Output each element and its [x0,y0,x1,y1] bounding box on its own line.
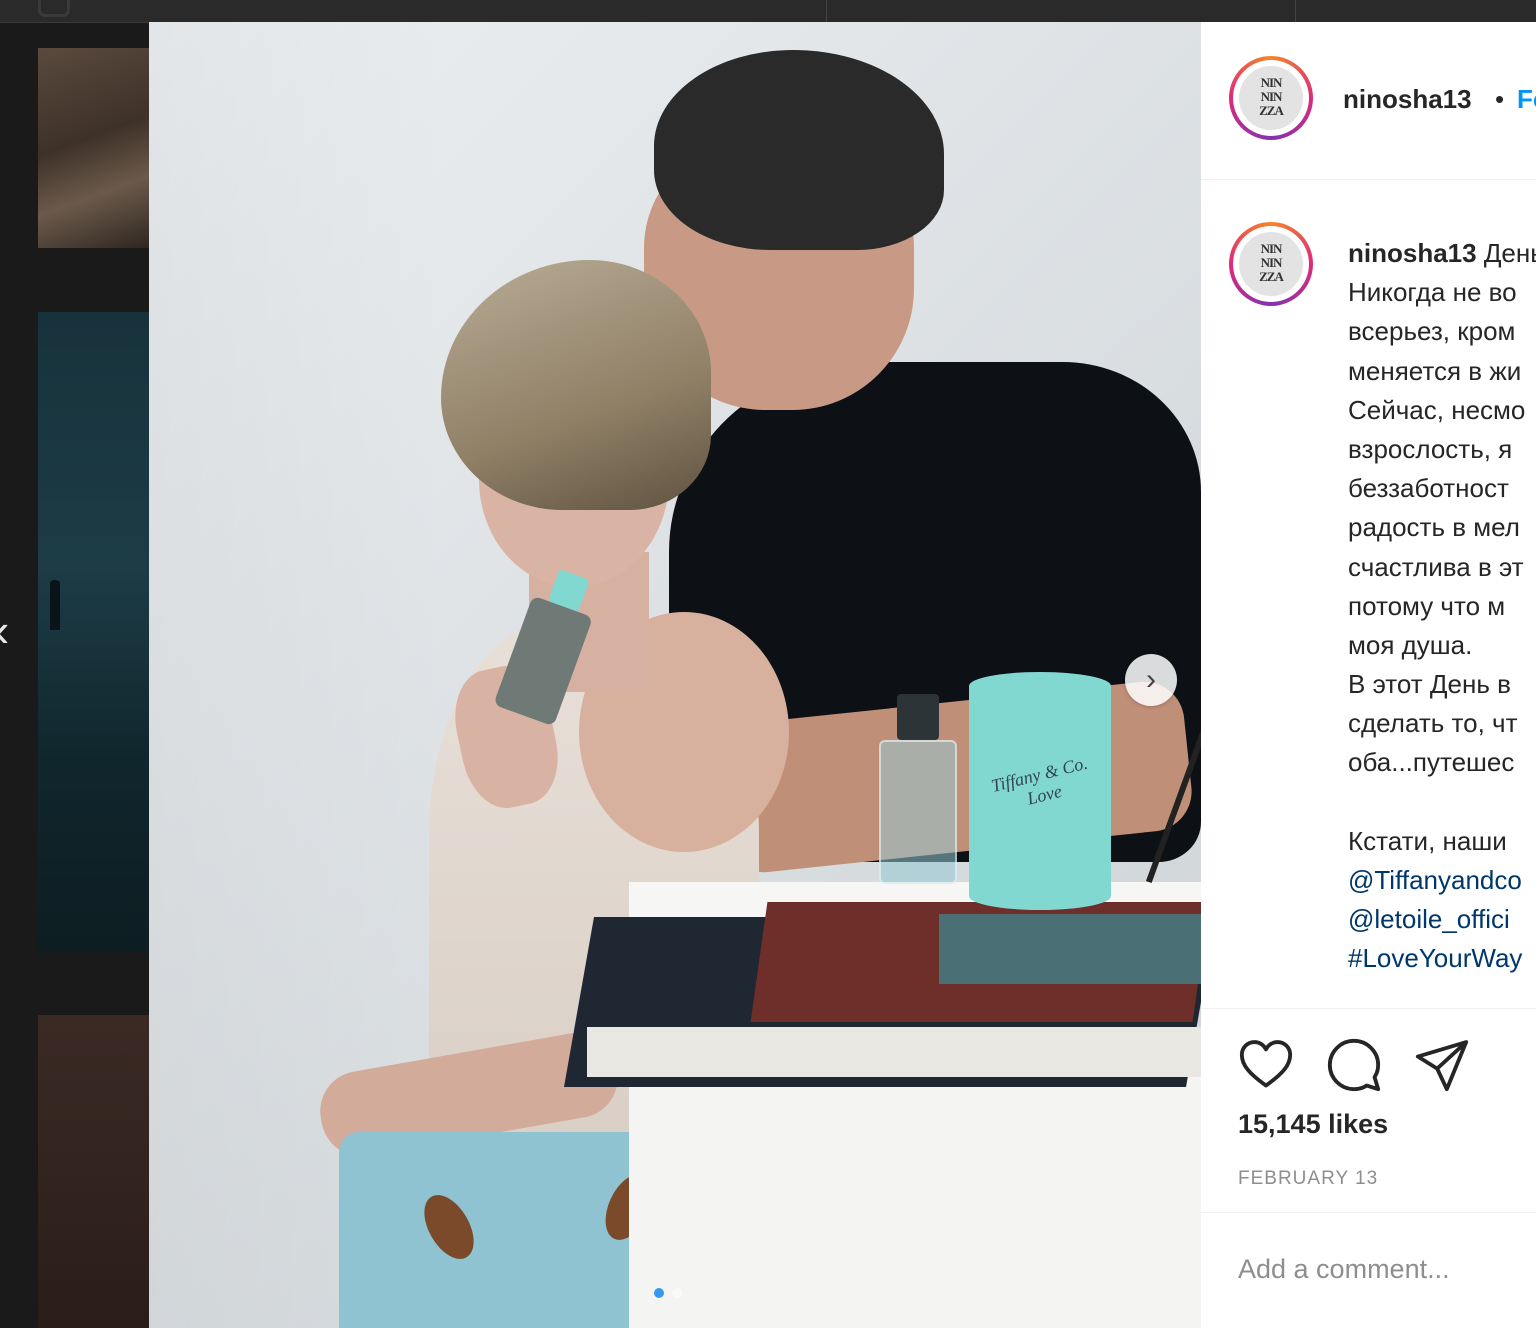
caption-first-line: ninosha13 День [1348,234,1536,273]
post-side-panel: NINNINZZA ninosha13 • Follow NINNINZZA n… [1201,22,1536,1328]
bird-print [414,1186,484,1268]
caption-line [1348,783,1536,822]
avatar[interactable]: NIN NIN ZZA [1229,56,1313,140]
caption-line: В этот День в [1348,669,1511,700]
caption-line: всерьез, кром [1348,316,1516,347]
comment-icon[interactable] [1325,1036,1383,1094]
book-pages [587,1027,1201,1077]
paper-plane-icon[interactable] [1413,1036,1471,1094]
separator-dot: • [1495,84,1505,114]
caption-line: счастлива в эт [1348,551,1524,582]
heart-icon[interactable] [1237,1036,1295,1094]
caption-username[interactable]: ninosha13 [1348,238,1477,268]
large-perfume-bottle [879,694,957,884]
man-hair [654,50,944,250]
woman-hair [441,260,711,510]
avatar-ring-inner: NIN NIN ZZA [1233,60,1309,136]
panel-divider [1201,1212,1536,1213]
caption-text: День [1483,238,1536,268]
caption-line: беззаботност [1348,473,1509,504]
caption-line: сделать то, чт [1348,708,1518,739]
carousel-dot[interactable] [672,1288,682,1298]
header-username[interactable]: ninosha13 [1343,84,1472,115]
mention-link[interactable]: @letoile_offici [1348,904,1510,934]
thumbnail-figure [50,580,60,630]
panel-divider [1201,1008,1536,1009]
comment-input[interactable] [1238,1254,1528,1285]
post-photo: Tiffany & Co. Love › [149,22,1201,1328]
background-topbar [0,0,1536,23]
post-date[interactable]: FEBRUARY 13 [1238,1168,1378,1190]
caption-avatar[interactable]: NIN NIN ZZA [1229,222,1313,306]
avatar-image: NIN NIN ZZA [1239,232,1303,296]
carousel-indicator [654,1288,682,1298]
post-actions [1237,1036,1471,1094]
caption-line: радость в мел [1348,512,1520,543]
background-thumbnail [38,1015,150,1328]
topbar-divider [1295,0,1296,22]
caption-line: моя душа. [1348,629,1473,660]
caption-line: взрослость, я [1348,433,1513,464]
caption-mention-line: @letoile_offici [1348,900,1536,939]
post-header: NINNINZZA ninosha13 • Follow [1201,22,1536,180]
caption-line: Никогда не во [1348,277,1517,308]
chevron-left-icon[interactable]: ‹ [0,606,18,654]
hashtag-link[interactable]: #LoveYourWay [1348,943,1522,973]
carousel-dot[interactable] [654,1288,664,1298]
caption-line: оба...путешес [1348,747,1515,778]
caption-hashtag-line: #LoveYourWay [1348,939,1536,978]
follow-button[interactable]: Follow [1517,84,1536,115]
bottle-body [879,740,957,884]
book-cover-image [939,914,1201,984]
avatar-ring-inner: NIN NIN ZZA [1233,226,1309,302]
bottle-cap [897,694,939,740]
avatar-image: NIN NIN ZZA [1239,66,1303,130]
likes-count[interactable]: 15,145 likes [1238,1109,1388,1140]
caption-line: Сейчас, несмо [1348,394,1526,425]
white-dresser [629,1062,1201,1328]
caption-line: Кстати, наши [1348,825,1507,856]
topbar-divider [826,0,827,22]
caption-line: потому что м [1348,590,1506,621]
post-caption: ninosha13 День Никогда не во всерьез, кр… [1348,234,1536,979]
background-thumbnail [38,48,150,248]
mention-link[interactable]: @Tiffanyandco [1348,865,1522,895]
caption-mention-line: @Tiffanyandco [1348,861,1536,900]
instagram-logo-icon [38,0,70,17]
caption-line: меняется в жи [1348,355,1522,386]
background-thumbnail [38,312,150,952]
chevron-right-icon[interactable]: › [1125,654,1177,706]
